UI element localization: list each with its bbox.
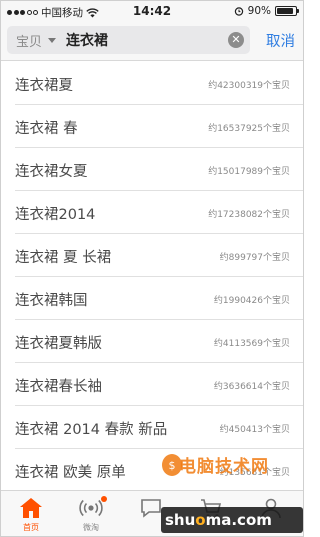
search-header: 宝贝 连衣裙 ✕ 取消	[1, 21, 303, 61]
search-input[interactable]: 连衣裙	[66, 30, 108, 50]
battery-percent: 90%	[247, 5, 271, 17]
chevron-down-icon	[48, 37, 57, 43]
suggestion-count: 约42300319个宝贝	[208, 81, 290, 91]
home-icon	[20, 498, 42, 518]
search-box[interactable]: 宝贝 连衣裙 ✕	[7, 26, 250, 54]
battery-icon	[275, 6, 299, 16]
tab-label: 首页	[23, 523, 39, 532]
suggestion-row[interactable]: 连衣裙夏 约42300319个宝贝	[15, 62, 303, 105]
suggestion-count: 约1990426个宝贝	[213, 296, 290, 306]
suggestion-row[interactable]: 连衣裙韩国 约1990426个宝贝	[15, 277, 303, 320]
suggestion-count: 约15017989个宝贝	[208, 167, 290, 177]
tab-weitao[interactable]: 微淘	[61, 491, 121, 536]
suggestion-row[interactable]: 连衣裙2014 约17238082个宝贝	[15, 191, 303, 234]
svg-text:$: $	[169, 459, 176, 472]
suggestion-count: 约899797个宝贝	[219, 253, 290, 263]
search-scope-label: 宝贝	[16, 34, 43, 50]
suggestion-row[interactable]: 连衣裙女夏 约15017989个宝贝	[15, 148, 303, 191]
suggestion-row[interactable]: 连衣裙 春 约16537925个宝贝	[15, 105, 303, 148]
cancel-button[interactable]: 取消	[266, 30, 295, 51]
suggestion-row[interactable]: 连衣裙 夏 长裙 约899797个宝贝	[15, 234, 303, 277]
suggestion-count: 约17238082个宝贝	[208, 210, 290, 220]
notification-dot	[101, 496, 107, 502]
suggestion-list: 连衣裙夏 约42300319个宝贝 连衣裙 春约16537925个宝贝 连衣裙女夏 约1…	[1, 62, 303, 492]
alarm-icon	[234, 7, 243, 16]
suggestion-term: 连衣裙 春	[15, 121, 78, 137]
suggestion-term: 连衣裙 欧美 原单	[15, 465, 126, 481]
app-frame: 中国移动 14:42 90% 宝贝 连衣裙 ✕ 取消 连衣裙夏 约4230031…	[0, 0, 304, 537]
tab-home[interactable]: 首页	[1, 491, 61, 536]
status-bar: 中国移动 14:42 90%	[1, 1, 303, 21]
watermark-top-text: 电脑技术网	[179, 457, 269, 477]
suggestion-term: 连衣裙夏	[15, 78, 73, 94]
suggestion-term: 连衣裙女夏	[15, 164, 88, 180]
suggestion-term: 连衣裙2014	[15, 207, 96, 223]
search-scope-selector[interactable]: 宝贝	[7, 31, 57, 50]
suggestion-term: 连衣裙夏韩版	[15, 336, 102, 352]
watermark-bottom-text: shuoma.com	[161, 507, 303, 533]
suggestion-term: 连衣裙 夏 长裙	[15, 250, 112, 266]
suggestion-count: 约3636614个宝贝	[213, 382, 290, 392]
chat-icon	[141, 499, 161, 518]
suggestion-count: 约450413个宝贝	[219, 425, 290, 435]
status-right: 90%	[234, 5, 299, 17]
broadcast-icon	[79, 499, 103, 517]
suggestion-term: 连衣裙韩国	[15, 293, 88, 309]
watermark: $ 电脑技术网 shuoma.com	[161, 445, 303, 536]
suggestion-term: 连衣裙 2014 春款 新品	[15, 422, 168, 438]
suggestion-row[interactable]: 连衣裙夏韩版 约4113569个宝贝	[15, 320, 303, 363]
suggestion-row[interactable]: 连衣裙春长袖 约3636614个宝贝	[15, 363, 303, 406]
suggestion-count: 约16537925个宝贝	[208, 124, 290, 134]
clear-icon[interactable]: ✕	[228, 32, 244, 48]
tab-label: 微淘	[83, 523, 99, 532]
suggestion-count: 约4113569个宝贝	[213, 339, 290, 349]
suggestion-term: 连衣裙春长袖	[15, 379, 102, 395]
suggestion-row[interactable]: 连衣裙 2014 春款 新品 约450413个宝贝	[15, 406, 303, 449]
